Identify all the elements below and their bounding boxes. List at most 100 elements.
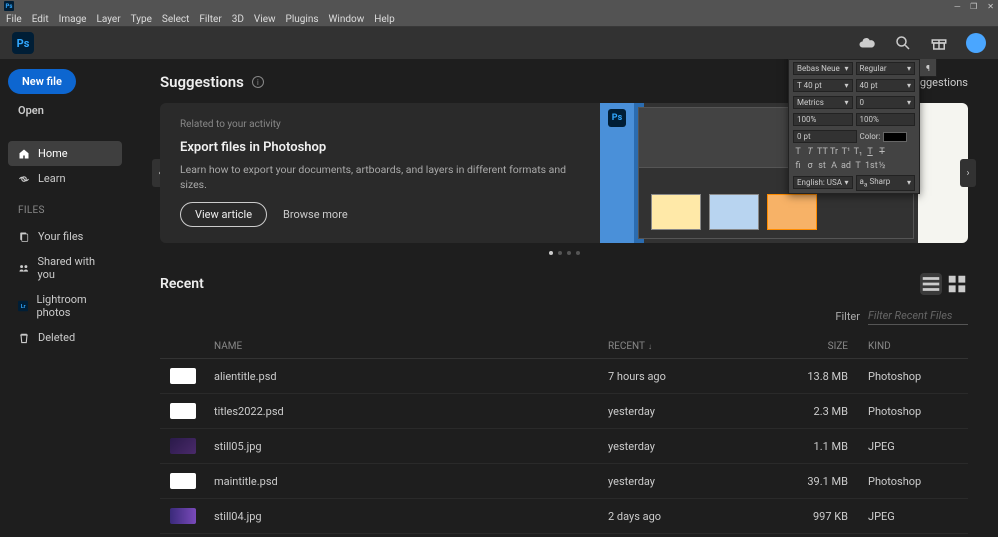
info-icon[interactable]: i bbox=[252, 76, 264, 88]
dot-2[interactable] bbox=[558, 251, 562, 255]
file-thumbnail bbox=[170, 508, 196, 524]
browse-more-link[interactable]: Browse more bbox=[283, 208, 348, 221]
nav-learn[interactable]: Learn bbox=[8, 166, 122, 191]
color-swatch[interactable] bbox=[883, 132, 907, 142]
menu-help[interactable]: Help bbox=[374, 14, 394, 25]
dot-3[interactable] bbox=[567, 251, 571, 255]
nav-home[interactable]: Home bbox=[8, 141, 122, 166]
opentype-row: fiσstAadT1st½ bbox=[789, 159, 919, 173]
suggestions-title: Suggestions bbox=[160, 73, 244, 91]
antialias-field[interactable]: aa Sharp▾ bbox=[856, 175, 916, 191]
menu-select[interactable]: Select bbox=[162, 14, 189, 25]
files-section-label: FILES bbox=[8, 195, 122, 220]
files-shared-with-you[interactable]: Shared with you bbox=[8, 249, 122, 287]
files-lightroom-photos[interactable]: LrLightroom photos bbox=[8, 287, 122, 325]
view-article-button[interactable]: View article bbox=[180, 202, 267, 227]
sidebar: New file Open HomeLearn FILES Your files… bbox=[0, 59, 130, 537]
minimize-button[interactable]: ─ bbox=[954, 2, 960, 11]
file-name: still04.jpg bbox=[214, 510, 608, 523]
card-title: Export files in Photoshop bbox=[180, 140, 580, 155]
recent-files-table: NAME RECENT↓ SIZE KIND alientitle.psd7 h… bbox=[160, 335, 968, 534]
file-row[interactable]: still05.jpgyesterday1.1 MBJPEG bbox=[160, 429, 968, 464]
col-name-header[interactable]: NAME bbox=[214, 341, 608, 352]
tracking-field[interactable]: 0▾ bbox=[856, 96, 916, 109]
file-kind: JPEG bbox=[868, 510, 958, 523]
maximize-button[interactable]: ❐ bbox=[970, 2, 977, 11]
file-name: still05.jpg bbox=[214, 440, 608, 453]
menu-filter[interactable]: Filter bbox=[199, 14, 221, 25]
file-size: 13.8 MB bbox=[788, 370, 868, 383]
menu-window[interactable]: Window bbox=[329, 14, 365, 25]
col-kind-header[interactable]: KIND bbox=[868, 341, 958, 352]
file-kind: Photoshop bbox=[868, 370, 958, 383]
file-size: 39.1 MB bbox=[788, 475, 868, 488]
ps-logo[interactable]: Ps bbox=[12, 32, 34, 54]
menu-file[interactable]: File bbox=[6, 14, 22, 25]
recent-title: Recent bbox=[160, 276, 204, 292]
menu-3d[interactable]: 3D bbox=[232, 14, 244, 25]
user-avatar[interactable] bbox=[966, 33, 986, 53]
file-row[interactable]: alientitle.psd7 hours ago13.8 MBPhotosho… bbox=[160, 359, 968, 394]
paragraph-tool-icon[interactable]: ¶ bbox=[926, 64, 930, 73]
card-description: Learn how to export your documents, artb… bbox=[180, 163, 580, 192]
col-recent-header[interactable]: RECENT↓ bbox=[608, 341, 788, 352]
trash-icon bbox=[18, 332, 30, 344]
filter-input[interactable] bbox=[868, 307, 968, 325]
file-row[interactable]: titles2022.psdyesterday2.3 MBPhotoshop bbox=[160, 394, 968, 429]
menu-type[interactable]: Type bbox=[131, 14, 152, 25]
file-recent: yesterday bbox=[608, 440, 788, 453]
kerning-field[interactable]: Metrics▾ bbox=[793, 96, 853, 109]
file-row[interactable]: maintitle.psdyesterday39.1 MBPhotoshop bbox=[160, 464, 968, 499]
file-kind: Photoshop bbox=[868, 405, 958, 418]
file-size: 997 KB bbox=[788, 510, 868, 523]
font-style-field[interactable]: Regular▾ bbox=[856, 62, 916, 75]
dot-1[interactable] bbox=[549, 251, 553, 255]
character-panel[interactable]: Character Paragraph »≡ A ¶ Bebas Neue▾Re… bbox=[788, 59, 920, 194]
files-deleted[interactable]: Deleted bbox=[8, 325, 122, 350]
app-badge: Ps bbox=[4, 1, 14, 11]
files-icon bbox=[18, 231, 30, 243]
baseline-field[interactable]: 0 pt bbox=[793, 130, 857, 143]
menu-bar: File Edit Image Layer Type Select Filter 3D View… bbox=[0, 12, 998, 27]
menu-edit[interactable]: Edit bbox=[32, 14, 49, 25]
file-recent: yesterday bbox=[608, 475, 788, 488]
filter-label: Filter bbox=[835, 310, 860, 323]
file-recent: 2 days ago bbox=[608, 510, 788, 523]
file-size: 2.3 MB bbox=[788, 405, 868, 418]
menu-layer[interactable]: Layer bbox=[97, 14, 121, 25]
dot-4[interactable] bbox=[576, 251, 580, 255]
file-kind: Photoshop bbox=[868, 475, 958, 488]
language-field[interactable]: English: USA▾ bbox=[793, 176, 853, 189]
new-file-button[interactable]: New file bbox=[8, 69, 76, 94]
menu-plugins[interactable]: Plugins bbox=[286, 14, 319, 25]
title-bar: Ps ─ ❐ ✕ bbox=[0, 0, 998, 12]
leading-field[interactable]: 40 pt▾ bbox=[856, 79, 916, 92]
file-name: titles2022.psd bbox=[214, 405, 608, 418]
grid-view-button[interactable] bbox=[946, 273, 968, 295]
sort-arrow-icon: ↓ bbox=[648, 342, 652, 351]
file-thumbnail bbox=[170, 403, 196, 419]
file-size: 1.1 MB bbox=[788, 440, 868, 453]
vscale-field[interactable]: 100% bbox=[793, 113, 853, 126]
cloud-icon[interactable] bbox=[858, 34, 876, 52]
files-your-files[interactable]: Your files bbox=[8, 224, 122, 249]
carousel-next-button[interactable]: › bbox=[960, 159, 976, 187]
list-view-button[interactable] bbox=[920, 273, 942, 295]
card-related-label: Related to your activity bbox=[180, 119, 580, 130]
app-bar: Ps bbox=[0, 27, 998, 59]
font-family-field[interactable]: Bebas Neue▾ bbox=[793, 62, 853, 75]
type-tool-icon[interactable]: A bbox=[924, 59, 931, 61]
search-icon[interactable] bbox=[894, 34, 912, 52]
home-icon bbox=[18, 148, 30, 160]
col-size-header[interactable]: SIZE bbox=[788, 341, 868, 352]
gift-icon[interactable] bbox=[930, 34, 948, 52]
file-kind: JPEG bbox=[868, 440, 958, 453]
hscale-field[interactable]: 100% bbox=[856, 113, 916, 126]
file-row[interactable]: still04.jpg2 days ago997 KBJPEG bbox=[160, 499, 968, 534]
font-size-field[interactable]: T 40 pt▾ bbox=[793, 79, 853, 92]
close-button[interactable]: ✕ bbox=[987, 2, 994, 11]
svg-text:Lr: Lr bbox=[21, 304, 26, 310]
menu-image[interactable]: Image bbox=[59, 14, 87, 25]
menu-view[interactable]: View bbox=[254, 14, 276, 25]
open-button[interactable]: Open bbox=[8, 98, 122, 123]
